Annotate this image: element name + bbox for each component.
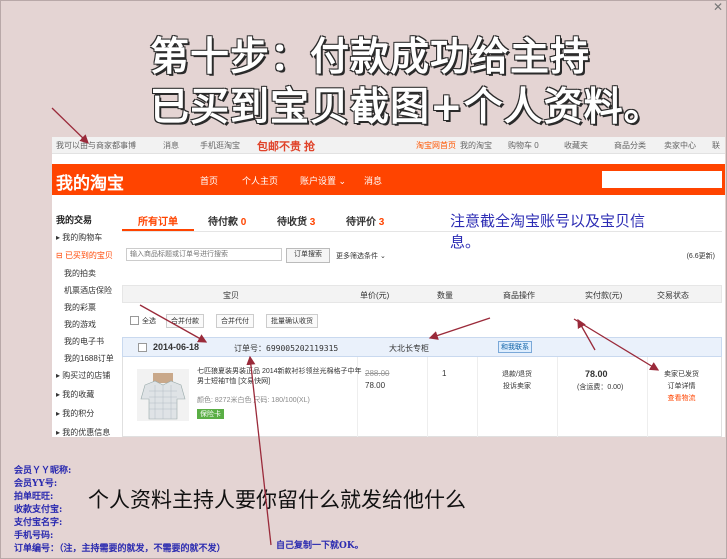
logistics-link[interactable]: 查看物流 <box>664 393 699 405</box>
col-status: 交易状态 <box>657 291 689 300</box>
order-number: 订单号：699005202119315 <box>234 344 339 353</box>
merge-pay-button[interactable]: 合并付款 <box>166 314 204 328</box>
select-all-label: 全选 <box>142 318 156 325</box>
page-count: (6.6更新) <box>686 253 715 260</box>
topbar-home-link[interactable]: 淘宝网首页 <box>416 140 456 151</box>
order-table-header: 宝贝 单价(元) 数量 商品操作 实付款(元) 交易状态 <box>122 285 722 303</box>
paid-amount: 78.00 <box>585 369 608 379</box>
col-item: 宝贝 <box>223 291 239 300</box>
sidebar-item-auction[interactable]: 我的拍卖 <box>64 268 96 279</box>
copy-instruction: 自己复制一下就OK。 <box>276 541 364 551</box>
col-divider <box>427 357 428 437</box>
more-filter-link[interactable]: 更多筛选条件 ⌄ <box>336 251 386 261</box>
col-unit-price: 单价(元) <box>360 291 390 300</box>
sidebar-item-shops[interactable]: ▸ 购买过的店铺 <box>56 370 110 381</box>
insurance-badge: 保险卡 <box>197 409 224 419</box>
sidebar-item-bought[interactable]: ⊟ 已买到的宝贝 <box>56 250 113 261</box>
col-operations: 商品操作 <box>503 291 535 300</box>
unit-price: 78.00 <box>365 381 386 390</box>
product-title[interactable]: 七匹狼夏装男装正品 2014新款衬衫领丝光棉格子中年男士短袖T恤 [文易快网] <box>197 367 367 387</box>
close-icon[interactable]: ✕ <box>713 0 723 14</box>
complain-link[interactable]: 投诉卖家 <box>502 381 532 393</box>
shop-name[interactable]: 大北长专柜 <box>389 343 429 354</box>
topbar-left-text: 我可以由与商家都事博 <box>56 141 136 150</box>
nav-account-settings[interactable]: 账户设置 ⌄ <box>300 174 346 187</box>
taobao-header: 我的淘宝 首页 个人主页 账户设置 ⌄ 消息 <box>52 164 725 195</box>
tab-pending-payment[interactable]: 待付款 0 <box>208 213 246 228</box>
select-all-checkbox[interactable] <box>130 316 139 325</box>
topbar-category[interactable]: 商品分类 <box>614 140 646 151</box>
sidebar-item-points[interactable]: ▸ 我的积分 <box>56 408 94 419</box>
order-search-button[interactable]: 订单搜索 <box>286 248 330 263</box>
sidebar-item-cart[interactable]: ▸ 我的购物车 <box>56 232 102 243</box>
info-field-order-number: 订单编号：（注，主持需要的就发，不需要的就不发） <box>14 544 226 554</box>
taobao-screenshot: 我可以由与商家都事博 消息 手机逛淘宝 包邮不贵 抢 淘宝网首页 我的淘宝 购物… <box>52 137 725 437</box>
order-date: 2014-06-18 <box>153 342 200 352</box>
product-sku: 颜色: 8272米白色 尺码: 180/100(XL) <box>197 397 310 404</box>
order-search-input[interactable] <box>126 248 282 261</box>
header-search-box[interactable] <box>602 171 722 188</box>
contact-seller-button[interactable]: 和我联系 <box>498 341 532 353</box>
col-paid: 实付款(元) <box>585 291 623 300</box>
sidebar-item-collection[interactable]: ▸ 我的收藏 <box>56 389 94 400</box>
info-field-yy-nickname: 会员ＹＹ昵称: <box>14 466 72 476</box>
nav-profile[interactable]: 个人主页 <box>242 174 278 187</box>
topbar-my-taobao[interactable]: 我的淘宝 <box>460 140 492 151</box>
col-divider <box>477 357 478 437</box>
nav-home[interactable]: 首页 <box>200 174 218 187</box>
my-taobao-logo[interactable]: 我的淘宝 <box>56 169 124 194</box>
freight-note: (含运费：0.00) <box>577 384 624 391</box>
topbar-messages[interactable]: 消息 <box>163 140 179 151</box>
merge-proxy-pay-button[interactable]: 合并代付 <box>216 314 254 328</box>
tab-pending-receipt[interactable]: 待收货 3 <box>277 213 315 228</box>
sidebar-title: 我的交易 <box>56 215 93 225</box>
info-field-yy-number: 会员YY号: <box>14 479 58 489</box>
step-title-line1: 第十步：付款成功给主持 <box>150 35 591 80</box>
order-detail-link[interactable]: 订单详情 <box>664 381 699 393</box>
info-field-phone: 手机号码: <box>14 531 54 541</box>
topbar-promo[interactable]: 包邮不贵 抢 <box>257 138 315 154</box>
sidebar-item-games[interactable]: 我的游戏 <box>64 319 96 330</box>
info-field-alipay-name: 支付宝名字: <box>14 518 63 528</box>
order-status: 卖家已发货 订单详情 查看物流 <box>664 369 699 405</box>
info-instruction: 个人资料主持人要你留什么就发给他什么 <box>88 488 466 512</box>
status-shipped: 卖家已发货 <box>664 371 699 378</box>
col-quantity: 数量 <box>437 291 453 300</box>
sidebar-item-coupons[interactable]: ▸ 我的优惠信息 <box>56 427 110 437</box>
topbar-cart[interactable]: 购物车 0 <box>508 140 539 151</box>
original-price: 288.00 <box>365 369 390 378</box>
tab-pending-review[interactable]: 待评价 3 <box>346 213 384 228</box>
refund-link[interactable]: 退款/退货 <box>502 369 532 381</box>
info-field-wangwang: 拍单旺旺: <box>14 492 54 502</box>
topbar-more[interactable]: 联 <box>712 140 720 151</box>
topbar-favorites[interactable]: 收藏夹 <box>564 140 588 151</box>
tab-all-orders[interactable]: 所有订单 <box>138 213 178 228</box>
order-header-row: 2014-06-18 订单号：699005202119315 大北长专柜 和我联… <box>122 337 722 357</box>
topbar-mobile[interactable]: 手机逛淘宝 <box>200 140 240 151</box>
info-field-alipay: 收款支付宝: <box>14 505 63 515</box>
sidebar-item-travel[interactable]: 机票酒店保险 <box>64 285 112 296</box>
col-divider <box>557 357 558 437</box>
product-thumbnail[interactable] <box>137 369 189 421</box>
nav-messages[interactable]: 消息 <box>364 174 382 187</box>
quantity-value: 1 <box>442 369 447 378</box>
step-title-line2: 已买到宝贝截图+个人资料。 <box>150 85 664 130</box>
sidebar-item-1688[interactable]: 我的1688订单 <box>64 353 114 364</box>
item-operations: 退款/退货 投诉卖家 <box>502 369 532 393</box>
col-divider <box>647 357 648 437</box>
screenshot-note: 注意截全淘宝账号以及宝贝信息。 <box>450 212 646 251</box>
batch-confirm-button[interactable]: 批量确认收货 <box>266 314 318 328</box>
order-checkbox[interactable] <box>138 343 147 352</box>
taobao-topbar: 我可以由与商家都事博 消息 手机逛淘宝 包邮不贵 抢 淘宝网首页 我的淘宝 购物… <box>52 137 725 154</box>
active-tab-underline <box>122 229 194 231</box>
sidebar-item-ebooks[interactable]: 我的电子书 <box>64 336 104 347</box>
topbar-seller-center[interactable]: 卖家中心 <box>664 140 696 151</box>
sidebar-item-lottery[interactable]: 我的彩票 <box>64 302 96 313</box>
